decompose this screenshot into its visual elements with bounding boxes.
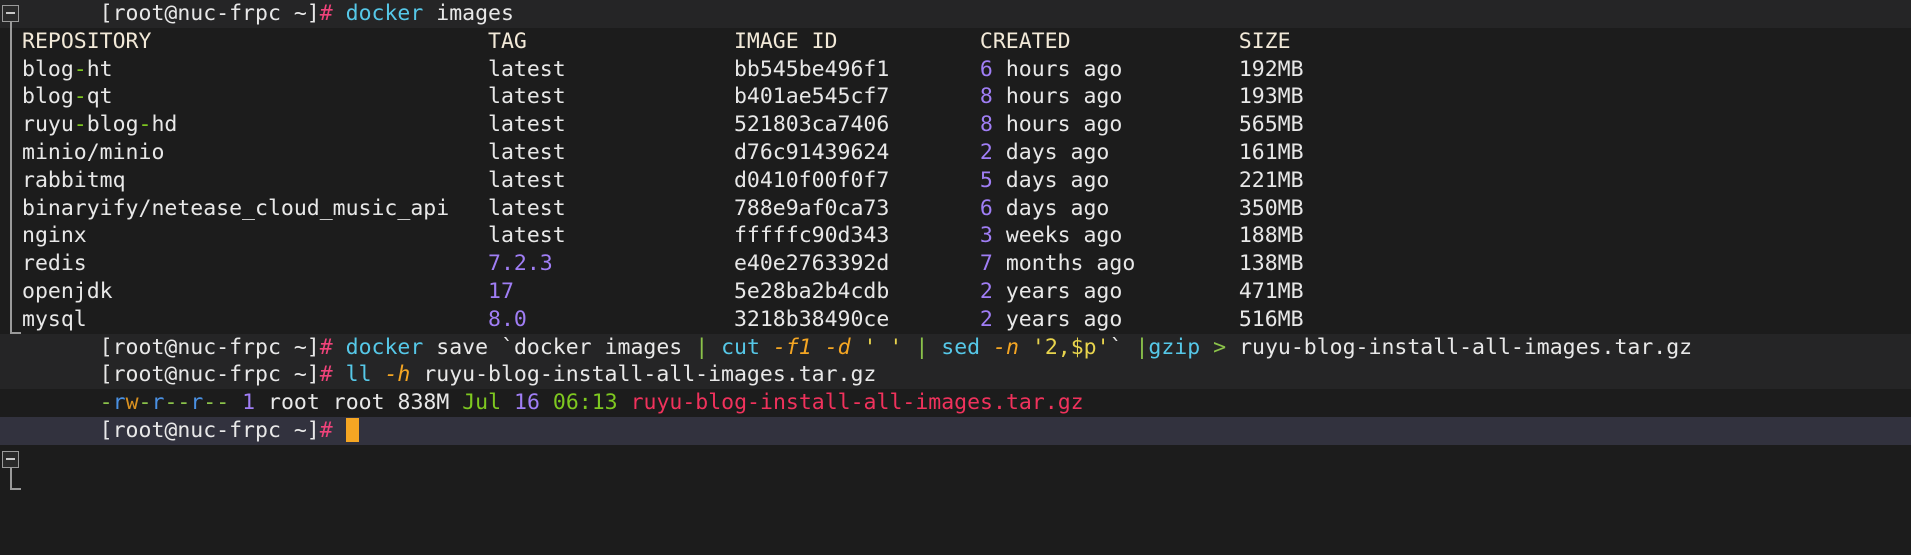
prompt-hash: #	[319, 1, 333, 26]
cell-created-unit: months ago	[992, 251, 1136, 277]
token-redirect: >	[1213, 334, 1227, 360]
cell-repository: blog-ht	[22, 56, 113, 82]
command-args: images	[436, 1, 514, 26]
archive-filename: ruyu-blog-install-all-images.tar.gz	[630, 390, 1084, 416]
cell-image-id: 788e9af0ca73	[733, 195, 890, 221]
cell-repository: binaryify/netease_cloud_music_api	[22, 195, 450, 221]
cell-repository: rabbitmq	[22, 167, 126, 193]
cell-repository: openjdk	[22, 278, 113, 304]
table-row: openjdk 17 5e28ba2b4cdb 2 years ago 471M…	[0, 277, 1911, 306]
cell-repository: blog-qt	[22, 84, 113, 110]
cell-created-number: 6	[979, 56, 993, 82]
cell-image-id: b401ae545cf7	[733, 84, 890, 110]
header-size: SIZE	[1238, 28, 1291, 54]
token-pipe-2: |	[915, 334, 929, 360]
cell-tag: latest	[488, 223, 566, 249]
cell-created-unit: days ago	[992, 195, 1110, 221]
cell-created-number: 5	[979, 167, 993, 193]
cell-size: 138MB	[1238, 251, 1304, 277]
cell-repository: redis	[22, 251, 87, 277]
prompt-hash-4: #	[319, 417, 333, 443]
file-month: Jul	[462, 390, 502, 416]
file-time: 06:13	[552, 390, 618, 416]
cell-repository: nginx	[22, 223, 87, 249]
cell-image-id: 521803ca7406	[733, 112, 890, 138]
cell-tag: latest	[488, 84, 566, 110]
file-day: 16	[514, 390, 540, 416]
cell-created-unit: days ago	[992, 139, 1110, 165]
cell-size: 565MB	[1238, 112, 1304, 138]
cell-created-unit: hours ago	[992, 84, 1123, 110]
shell-prompt: [root@nuc-frpc ~]	[99, 1, 320, 26]
cell-tag: 17	[488, 278, 514, 304]
header-tag: TAG	[488, 28, 527, 54]
cell-size: 188MB	[1238, 223, 1304, 249]
cell-image-id: fffffc90d343	[733, 223, 890, 249]
cell-size: 471MB	[1238, 278, 1304, 304]
cell-size: 221MB	[1238, 167, 1304, 193]
table-row: redis 7.2.3 e40e2763392d 7 months ago 13…	[0, 250, 1911, 278]
token-sed-range: '2,$p'	[1031, 334, 1110, 360]
cell-created-unit: weeks ago	[992, 223, 1123, 249]
cell-tag: latest	[488, 112, 566, 138]
table-header-row: REPOSITORY TAG IMAGE ID CREATED SIZE	[0, 27, 1911, 56]
cell-image-id: d76c91439624	[733, 139, 890, 165]
cell-created-number: 3	[979, 223, 993, 249]
cell-created-number: 8	[979, 84, 993, 110]
token-pipe-3: |	[1135, 334, 1149, 360]
table-row: minio/minio latest d76c91439624 2 days a…	[0, 138, 1911, 167]
table-row: nginx latest fffffc90d343 3 weeks ago 18…	[0, 222, 1911, 251]
cell-size: 161MB	[1238, 139, 1304, 165]
token-backtick-close: `	[1109, 334, 1123, 360]
cell-tag: latest	[488, 139, 566, 165]
cell-tag: latest	[488, 167, 566, 193]
cell-image-id: d0410f00f0f7	[733, 167, 890, 193]
cell-tag: latest	[488, 56, 566, 82]
text-cursor	[345, 417, 359, 442]
shell-prompt-4: [root@nuc-frpc ~]	[99, 417, 320, 443]
cell-created-number: 6	[979, 195, 993, 221]
cell-created-number: 2	[979, 278, 993, 304]
cell-size: 193MB	[1238, 84, 1304, 110]
fold-foot-2	[10, 488, 21, 490]
table-row: blog-qt latest b401ae545cf7 8 hours ago …	[0, 83, 1911, 112]
cell-created-unit: hours ago	[992, 56, 1123, 82]
cell-created-number: 2	[979, 139, 993, 165]
token-sed: sed	[941, 334, 981, 360]
header-image-id: IMAGE ID	[733, 28, 838, 54]
table-row: binaryify/netease_cloud_music_api latest…	[0, 194, 1911, 223]
file-size: 838M	[397, 390, 450, 416]
header-created: CREATED	[979, 28, 1071, 54]
cell-image-id: bb545be496f1	[733, 56, 890, 82]
cell-created-number: 8	[979, 112, 993, 138]
cell-created-number: 7	[979, 251, 993, 277]
command-line-docker-images[interactable]: [root@nuc-frpc ~]# docker images	[0, 0, 1911, 28]
cell-size: 192MB	[1238, 56, 1304, 82]
token-gzip: gzip	[1148, 334, 1201, 360]
table-row: ruyu-blog-hd latest 521803ca7406 8 hours…	[0, 111, 1911, 139]
table-row: rabbitmq latest d0410f00f0f7 5 days ago …	[0, 166, 1911, 195]
cell-created-unit: days ago	[992, 167, 1110, 193]
cell-created-unit: years ago	[992, 278, 1123, 304]
token-output-file: ruyu-blog-install-all-images.tar.gz	[1239, 334, 1693, 360]
header-repository: REPOSITORY	[22, 28, 152, 54]
cell-repository: minio/minio	[22, 139, 165, 165]
cell-created-unit: hours ago	[992, 112, 1123, 138]
command-name: docker	[345, 1, 424, 26]
table-row: blog-ht latest bb545be496f1 6 hours ago …	[0, 55, 1911, 84]
cell-repository: ruyu-blog-hd	[22, 112, 178, 138]
cell-tag: 7.2.3	[488, 251, 553, 277]
cell-image-id: 5e28ba2b4cdb	[733, 278, 890, 304]
cell-tag: latest	[488, 195, 566, 221]
cell-size: 350MB	[1238, 195, 1304, 221]
terminal-window[interactable]: [root@nuc-frpc ~]# docker images REPOSIT…	[0, 0, 1911, 555]
token-flag-n: -n	[993, 334, 1019, 360]
cell-image-id: e40e2763392d	[733, 251, 890, 277]
